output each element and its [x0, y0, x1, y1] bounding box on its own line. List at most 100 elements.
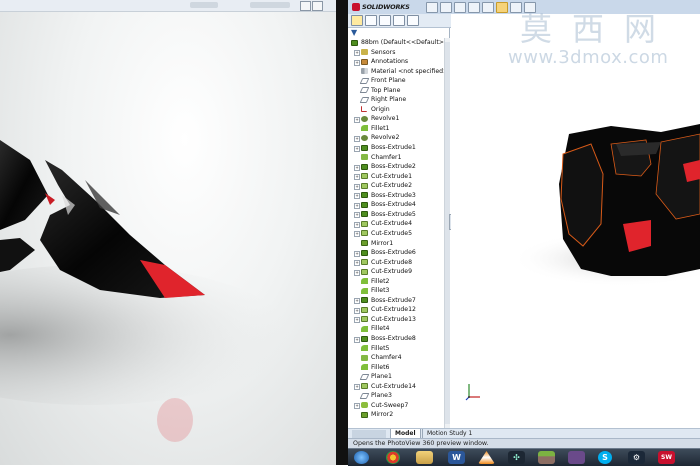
feature-tree-item[interactable]: Fillet3 — [348, 286, 444, 296]
expand-toggle-icon[interactable]: + — [354, 135, 360, 142]
feature-tree-item[interactable]: + Sensors — [348, 48, 444, 58]
tree-root-part[interactable]: 88bm (Default<<Default> — [348, 38, 444, 48]
display-manager-tab-icon[interactable] — [407, 15, 419, 26]
expand-toggle-icon[interactable]: + — [354, 212, 360, 219]
tab-navigation-arrows[interactable] — [352, 430, 386, 438]
feature-tree-item[interactable]: Origin — [348, 105, 444, 115]
feature-tree-item[interactable]: + Revolve2 — [348, 133, 444, 143]
feature-tree-item[interactable]: + Boss-Extrude4 — [348, 200, 444, 210]
feature-tree-item[interactable]: + Cut-Extrude14 — [348, 382, 444, 392]
vlc-icon[interactable] — [478, 451, 495, 464]
feature-tree-item[interactable]: + Cut-Extrude8 — [348, 258, 444, 268]
fillet-icon — [361, 364, 368, 371]
scrollbar-thumb[interactable] — [445, 42, 450, 424]
chrome-icon[interactable] — [386, 451, 400, 464]
feature-tree-item[interactable]: Fillet1 — [348, 124, 444, 134]
feature-tree-item-label: Cut-Extrude9 — [371, 268, 413, 276]
windows-taskbar: W ✣ S ⚙ SW — [348, 448, 700, 466]
feature-tree-item[interactable]: + Boss-Extrude6 — [348, 248, 444, 258]
feature-tree-item[interactable]: Front Plane — [348, 76, 444, 86]
expand-toggle-icon[interactable]: + — [354, 317, 360, 324]
expand-toggle-icon[interactable]: + — [354, 298, 360, 305]
windows-start-icon[interactable] — [354, 451, 369, 464]
skype-icon[interactable]: S — [598, 451, 612, 464]
feature-tree-item[interactable]: + Boss-Extrude5 — [348, 210, 444, 220]
feature-tree-item[interactable]: Mirror2 — [348, 410, 444, 420]
minecraft-icon[interactable] — [538, 451, 555, 464]
feature-tree-item[interactable]: Fillet2 — [348, 277, 444, 287]
feature-tree-tab-icon[interactable] — [351, 15, 363, 26]
save-icon[interactable] — [454, 1, 466, 13]
network-app-icon[interactable]: ✣ — [508, 451, 525, 464]
property-manager-tab-icon[interactable] — [365, 15, 377, 26]
expand-toggle-icon[interactable]: + — [354, 221, 360, 228]
feature-tree-item[interactable]: + Cut-Extrude9 — [348, 267, 444, 277]
feature-tree-item-label: Cut-Extrude2 — [371, 182, 413, 190]
feature-tree-item[interactable]: Top Plane — [348, 86, 444, 96]
expand-toggle-icon[interactable]: + — [354, 260, 360, 267]
filter-icon[interactable]: ▼ — [351, 28, 361, 37]
file-explorer-icon[interactable] — [416, 451, 433, 464]
expand-toggle-icon[interactable]: + — [354, 202, 360, 209]
expand-toggle-icon[interactable]: + — [354, 250, 360, 257]
feature-tree-item[interactable]: + Boss-Extrude7 — [348, 296, 444, 306]
expand-toggle-icon[interactable]: + — [354, 59, 360, 66]
steam-icon[interactable]: ⚙ — [628, 451, 645, 464]
feature-tree-item[interactable]: Plane1 — [348, 372, 444, 382]
solidworks-logo-text: SOLIDWORKS — [362, 3, 410, 11]
expand-toggle-icon[interactable]: + — [354, 403, 360, 410]
expand-toggle-icon[interactable]: + — [354, 231, 360, 238]
feature-tree-item[interactable]: + Boss-Extrude8 — [348, 334, 444, 344]
expand-toggle-icon[interactable]: + — [354, 183, 360, 190]
boss-extrude-icon — [361, 335, 368, 342]
feature-tree-item[interactable]: Plane3 — [348, 391, 444, 401]
feature-tree-item[interactable]: + Cut-Extrude1 — [348, 172, 444, 182]
feature-tree-item[interactable]: + Boss-Extrude2 — [348, 162, 444, 172]
dimxpert-tab-icon[interactable] — [393, 15, 405, 26]
feature-tree-item[interactable]: + Cut-Extrude5 — [348, 229, 444, 239]
print-icon[interactable] — [468, 1, 480, 13]
feature-tree-item[interactable]: Mirror1 — [348, 239, 444, 249]
expand-toggle-icon[interactable]: + — [354, 384, 360, 391]
app-icon[interactable] — [568, 451, 585, 464]
fillet-icon — [361, 278, 368, 285]
feature-tree-item[interactable]: Fillet4 — [348, 324, 444, 334]
feature-tree-item[interactable]: Chamfer4 — [348, 353, 444, 363]
feature-tree-item[interactable]: + Annotations — [348, 57, 444, 67]
feature-tree-item[interactable]: + Cut-Extrude12 — [348, 305, 444, 315]
expand-toggle-icon[interactable]: + — [354, 174, 360, 181]
expand-toggle-icon[interactable]: + — [354, 164, 360, 171]
solidworks-logo[interactable]: SOLIDWORKS — [352, 2, 410, 12]
new-document-icon[interactable] — [426, 1, 438, 13]
feature-tree-item[interactable]: + Revolve1 — [348, 114, 444, 124]
expand-toggle-icon[interactable]: + — [354, 307, 360, 314]
word-icon[interactable]: W — [448, 451, 465, 464]
feature-tree-item[interactable]: + Cut-Extrude2 — [348, 181, 444, 191]
expand-toggle-icon[interactable]: + — [354, 116, 360, 123]
plane-icon — [359, 87, 370, 94]
feature-tree-scrollbar[interactable] — [444, 38, 450, 430]
solidworks-taskbar-icon[interactable]: SW — [658, 451, 675, 464]
feature-tree-item[interactable]: + Cut-Extrude4 — [348, 219, 444, 229]
expand-toggle-icon[interactable]: + — [354, 50, 360, 56]
feature-tree-item[interactable]: Fillet5 — [348, 344, 444, 354]
feature-tree-item[interactable]: Material <not specified> — [348, 67, 448, 77]
open-icon[interactable] — [440, 1, 452, 13]
configuration-manager-tab-icon[interactable] — [379, 15, 391, 26]
feature-tree-item-label: Cut-Extrude5 — [371, 229, 413, 237]
feature-tree-item[interactable]: + Boss-Extrude1 — [348, 143, 444, 153]
feature-tree-item[interactable]: Chamfer1 — [348, 153, 444, 163]
cut-extrude-icon — [361, 268, 368, 275]
expand-toggle-icon[interactable]: + — [354, 336, 360, 343]
undo-icon[interactable] — [482, 1, 494, 13]
expand-toggle-icon[interactable]: + — [354, 269, 360, 276]
feature-tree-item[interactable]: + Boss-Extrude3 — [348, 191, 444, 201]
feature-tree-item[interactable]: Right Plane — [348, 95, 444, 105]
expand-toggle-icon[interactable]: + — [354, 193, 360, 200]
expand-toggle-icon[interactable]: + — [354, 145, 360, 152]
select-icon[interactable] — [496, 1, 508, 13]
feature-tree-item[interactable]: Fillet6 — [348, 363, 444, 373]
feature-tree-item[interactable]: + Cut-Sweep7 — [348, 401, 444, 411]
feature-tree-item[interactable]: + Cut-Extrude13 — [348, 315, 444, 325]
graphics-viewport[interactable] — [451, 14, 700, 432]
